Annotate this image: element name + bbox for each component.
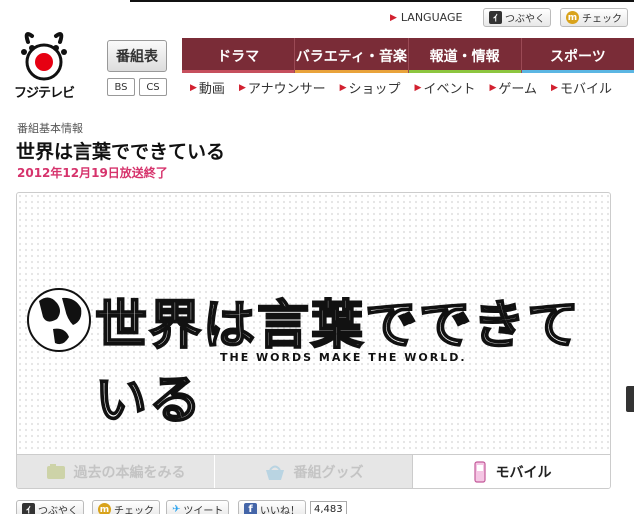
arrow-right-icon: ▶	[339, 82, 347, 93]
mixi-check-icon: m	[98, 503, 111, 514]
banner-tagline: THE WORDS MAKE THE WORLD.	[220, 351, 467, 364]
nav-variety-underline	[295, 70, 408, 73]
tab-mobile[interactable]: モバイル	[412, 455, 610, 488]
twitter-bird-icon: ✈	[172, 504, 181, 514]
like-count: 4,483	[310, 501, 347, 514]
phone-icon	[473, 461, 486, 483]
subnav-event[interactable]: ▶ イベント	[415, 78, 476, 97]
nav-news-info[interactable]: 報道・情報	[407, 38, 521, 73]
logo-text: フジテレビ	[14, 86, 75, 101]
facebook-icon: f	[244, 503, 257, 514]
breadcrumb: 番組基本情報	[17, 122, 83, 135]
nav-sports-underline	[521, 70, 634, 73]
bs-button[interactable]: BS	[107, 78, 135, 96]
subnav-label: ショップ	[348, 82, 401, 97]
arrow-right-icon: ▶	[414, 82, 422, 93]
nav-drama-underline	[182, 70, 295, 73]
tab-mobile-label: モバイル	[495, 465, 552, 481]
tsubuyaku-button[interactable]: ｲ つぶやく	[483, 8, 551, 27]
subnav-label: アナウンサー	[247, 82, 326, 97]
top-border	[130, 0, 634, 2]
check-button[interactable]: m チェック	[560, 8, 628, 27]
nav-variety-label: バラエティ・音楽	[295, 48, 407, 65]
basket-icon	[265, 465, 284, 480]
tweet-label: ツイート	[183, 506, 224, 514]
subnav-game[interactable]: ▶ ゲーム	[489, 78, 537, 97]
page-title: 世界は言葉でできている	[16, 141, 226, 163]
mixi-check-icon: m	[566, 11, 579, 24]
nav-drama-label: ドラマ	[217, 48, 260, 65]
arrow-right-icon: ▶	[390, 12, 397, 23]
tsubuyaku-icon: ｲ	[489, 11, 502, 24]
facebook-like-button[interactable]: f いいね！	[238, 500, 306, 514]
scrollbar-thumb[interactable]	[626, 386, 634, 412]
subnav-shop[interactable]: ▶ ショップ	[340, 78, 401, 97]
nav-sports[interactable]: スポーツ	[520, 38, 634, 73]
tsubuyaku-label: つぶやく	[505, 14, 545, 25]
tsubuyaku-share-label: つぶやく	[38, 506, 78, 514]
cs-button[interactable]: CS	[139, 78, 167, 96]
subnav-video[interactable]: ▶ 動画	[190, 78, 225, 97]
tab-goods-label: 番組グッズ	[293, 465, 364, 481]
tweet-button[interactable]: ✈ ツイート	[166, 500, 230, 514]
nav-sports-label: スポーツ	[550, 48, 606, 65]
video-icon	[46, 464, 65, 479]
check-share-label: チェック	[114, 506, 154, 514]
arrow-right-icon: ▶	[489, 82, 497, 93]
subnav-label: モバイル	[559, 82, 612, 97]
subnav-announcer[interactable]: ▶ アナウンサー	[239, 78, 326, 97]
medama-logo-icon	[21, 32, 67, 81]
sub-nav: ▶ 動画 ▶ アナウンサー ▶ ショップ ▶ イベント ▶ ゲーム ▶ モバイル	[190, 78, 612, 97]
nav-news-underline	[408, 70, 521, 73]
check-share-button[interactable]: m チェック	[92, 500, 160, 514]
globe-icon	[27, 288, 91, 352]
nav-drama[interactable]: ドラマ	[182, 38, 295, 73]
program-banner: 世界は言葉でできている THE WORDS MAKE THE WORLD. 過去…	[16, 192, 611, 489]
program-guide-button[interactable]: 番組表	[107, 40, 167, 72]
subnav-mobile[interactable]: ▶ モバイル	[551, 78, 612, 97]
arrow-right-icon: ▶	[238, 82, 246, 93]
subnav-label: ゲーム	[498, 82, 538, 97]
tsubuyaku-icon: ｲ	[22, 503, 35, 514]
tab-past-episodes[interactable]: 過去の本編をみる	[17, 455, 214, 488]
nav-variety-music[interactable]: バラエティ・音楽	[294, 38, 408, 73]
check-label: チェック	[582, 14, 622, 25]
language-link[interactable]: ▶ LANGUAGE	[390, 11, 462, 24]
tab-past-episodes-label: 過去の本編をみる	[73, 465, 186, 481]
like-label: いいね！	[260, 506, 300, 514]
tab-goods[interactable]: 番組グッズ	[214, 455, 412, 488]
subnav-label: イベント	[423, 82, 476, 97]
arrow-right-icon: ▶	[190, 82, 197, 93]
subnav-label: 動画	[198, 82, 225, 97]
broadcast-ended-notice: 2012年12月19日放送終了	[17, 166, 168, 180]
main-nav: ドラマ バラエティ・音楽 報道・情報 スポーツ	[182, 38, 634, 73]
program-tabs: 過去の本編をみる 番組グッズ モバイル	[17, 454, 610, 488]
tsubuyaku-share-button[interactable]: ｲ つぶやく	[16, 500, 84, 514]
arrow-right-icon: ▶	[551, 82, 558, 93]
language-label: LANGUAGE	[400, 11, 463, 24]
nav-news-label: 報道・情報	[429, 48, 500, 65]
